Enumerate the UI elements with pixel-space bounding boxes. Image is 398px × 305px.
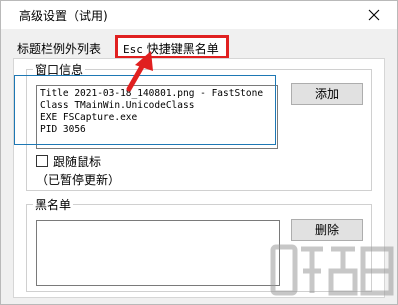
tab-hotkey-key: Esc bbox=[123, 43, 143, 56]
blacklist-legend: 黑名单 bbox=[33, 196, 74, 213]
window-title: 高级设置（试用) bbox=[19, 9, 108, 23]
info-line: Title 2021-03-18_140801.png - FastStone bbox=[40, 88, 264, 99]
window-info-textbox[interactable]: Title 2021-03-18_140801.png - FastStone C… bbox=[36, 85, 278, 149]
delete-button[interactable]: 删除 bbox=[291, 219, 363, 241]
tab-hotkey-blacklist-label: 快捷键黑名单 bbox=[146, 42, 219, 56]
tab-bar: 标题栏例外列表 Esc 快捷键黑名单 bbox=[13, 35, 385, 59]
advanced-settings-window: 高级设置（试用) 标题栏例外列表 Esc 快捷键黑名单 窗口信息 Title 2… bbox=[0, 0, 398, 305]
follow-mouse-checkbox[interactable] bbox=[36, 155, 48, 167]
add-button[interactable]: 添加 bbox=[291, 83, 363, 105]
tab-hotkey-blacklist[interactable]: Esc 快捷键黑名单 bbox=[115, 35, 229, 59]
window-info-legend: 窗口信息 bbox=[33, 61, 86, 78]
blacklist-listbox[interactable] bbox=[36, 220, 280, 286]
tab-titlebar-exceptions[interactable]: 标题栏例外列表 bbox=[13, 38, 111, 58]
window-info-group: 窗口信息 Title 2021-03-18_140801.png - FastS… bbox=[26, 61, 372, 191]
site-watermark-logo bbox=[270, 244, 394, 296]
follow-mouse-label: 跟随鼠标 bbox=[53, 155, 102, 169]
paused-status-text: （已暂停更新） bbox=[36, 173, 121, 187]
close-button[interactable] bbox=[351, 1, 397, 29]
info-line: EXE FSCapture.exe bbox=[40, 112, 138, 123]
info-line: Class TMainWin.UnicodeClass bbox=[40, 100, 195, 111]
info-line: PID 3056 bbox=[40, 124, 86, 135]
title-bar: 高级设置（试用) bbox=[1, 1, 397, 29]
close-icon bbox=[368, 9, 380, 21]
tab-titlebar-exceptions-label: 标题栏例外列表 bbox=[17, 42, 102, 56]
